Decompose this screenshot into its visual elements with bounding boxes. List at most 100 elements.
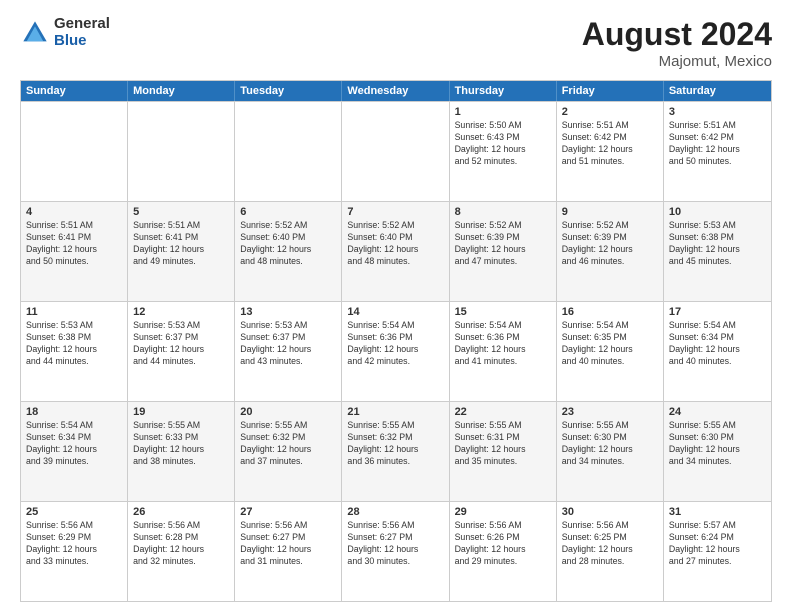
- day-number: 10: [669, 206, 766, 218]
- day-number: 3: [669, 106, 766, 118]
- calendar-header: SundayMondayTuesdayWednesdayThursdayFrid…: [21, 81, 771, 101]
- day-cell-24: 24 Sunrise: 5:55 AM Sunset: 6:30 PM Dayli…: [664, 402, 771, 501]
- day-number: 5: [133, 206, 229, 218]
- day-info: Sunrise: 5:55 AM Sunset: 6:30 PM Dayligh…: [669, 420, 766, 468]
- day-number: 14: [347, 306, 443, 318]
- day-number: 22: [455, 406, 551, 418]
- day-number: 15: [455, 306, 551, 318]
- day-cell-16: 16Sunrise: 5:54 AM Sunset: 6:35 PM Dayli…: [557, 302, 664, 401]
- day-cell-23: 23 Sunrise: 5:55 AM Sunset: 6:30 PM Dayli…: [557, 402, 664, 501]
- logo-icon: [20, 18, 50, 48]
- day-cell-6: 6 Sunrise: 5:52 AM Sunset: 6:40 PM Daylig…: [235, 202, 342, 301]
- day-info: Sunrise: 5:56 AM Sunset: 6:27 PM Dayligh…: [240, 520, 336, 568]
- day-number: 28: [347, 506, 443, 518]
- day-number: 21: [347, 406, 443, 418]
- calendar-row-4: 25 Sunrise: 5:56 AM Sunset: 6:29 PM Dayli…: [21, 501, 771, 601]
- day-info: Sunrise: 5:51 AM Sunset: 6:42 PM Dayligh…: [562, 120, 658, 168]
- day-number: 24: [669, 406, 766, 418]
- day-cell-21: 21 Sunrise: 5:55 AM Sunset: 6:32 PM Dayli…: [342, 402, 449, 501]
- day-info: Sunrise: 5:52 AM Sunset: 6:39 PM Dayligh…: [455, 220, 551, 268]
- day-number: 27: [240, 506, 336, 518]
- calendar-row-2: 11Sunrise: 5:53 AM Sunset: 6:38 PM Dayli…: [21, 301, 771, 401]
- weekday-header-friday: Friday: [557, 81, 664, 101]
- day-cell-2: 2 Sunrise: 5:51 AM Sunset: 6:42 PM Daylig…: [557, 102, 664, 201]
- day-info: Sunrise: 5:53 AM Sunset: 6:37 PM Dayligh…: [133, 320, 229, 368]
- location-subtitle: Majomut, Mexico: [582, 53, 772, 70]
- page: General Blue August 2024 Majomut, Mexico…: [0, 0, 792, 612]
- day-cell-29: 29Sunrise: 5:56 AM Sunset: 6:26 PM Dayli…: [450, 502, 557, 601]
- day-info: Sunrise: 5:55 AM Sunset: 6:33 PM Dayligh…: [133, 420, 229, 468]
- header: General Blue August 2024 Majomut, Mexico: [20, 16, 772, 70]
- day-info: Sunrise: 5:52 AM Sunset: 6:40 PM Dayligh…: [347, 220, 443, 268]
- logo: General Blue: [20, 16, 110, 49]
- weekday-header-tuesday: Tuesday: [235, 81, 342, 101]
- empty-cell-0-3: [342, 102, 449, 201]
- day-number: 9: [562, 206, 658, 218]
- calendar-row-0: 1 Sunrise: 5:50 AM Sunset: 6:43 PM Daylig…: [21, 101, 771, 201]
- day-info: Sunrise: 5:55 AM Sunset: 6:30 PM Dayligh…: [562, 420, 658, 468]
- day-cell-30: 30Sunrise: 5:56 AM Sunset: 6:25 PM Dayli…: [557, 502, 664, 601]
- day-cell-28: 28 Sunrise: 5:56 AM Sunset: 6:27 PM Dayli…: [342, 502, 449, 601]
- day-info: Sunrise: 5:55 AM Sunset: 6:31 PM Dayligh…: [455, 420, 551, 468]
- day-cell-22: 22 Sunrise: 5:55 AM Sunset: 6:31 PM Dayli…: [450, 402, 557, 501]
- day-number: 13: [240, 306, 336, 318]
- day-number: 25: [26, 506, 122, 518]
- day-info: Sunrise: 5:54 AM Sunset: 6:35 PM Dayligh…: [562, 320, 658, 368]
- day-cell-19: 19Sunrise: 5:55 AM Sunset: 6:33 PM Dayli…: [128, 402, 235, 501]
- weekday-header-monday: Monday: [128, 81, 235, 101]
- day-number: 2: [562, 106, 658, 118]
- day-cell-18: 18Sunrise: 5:54 AM Sunset: 6:34 PM Dayli…: [21, 402, 128, 501]
- day-info: Sunrise: 5:55 AM Sunset: 6:32 PM Dayligh…: [240, 420, 336, 468]
- day-number: 7: [347, 206, 443, 218]
- day-cell-3: 3 Sunrise: 5:51 AM Sunset: 6:42 PM Daylig…: [664, 102, 771, 201]
- day-info: Sunrise: 5:53 AM Sunset: 6:37 PM Dayligh…: [240, 320, 336, 368]
- day-cell-1: 1 Sunrise: 5:50 AM Sunset: 6:43 PM Daylig…: [450, 102, 557, 201]
- day-number: 29: [455, 506, 551, 518]
- weekday-header-saturday: Saturday: [664, 81, 771, 101]
- day-info: Sunrise: 5:55 AM Sunset: 6:32 PM Dayligh…: [347, 420, 443, 468]
- day-info: Sunrise: 5:54 AM Sunset: 6:36 PM Dayligh…: [455, 320, 551, 368]
- day-cell-14: 14 Sunrise: 5:54 AM Sunset: 6:36 PM Dayli…: [342, 302, 449, 401]
- day-cell-31: 31Sunrise: 5:57 AM Sunset: 6:24 PM Dayli…: [664, 502, 771, 601]
- title-block: August 2024 Majomut, Mexico: [582, 16, 772, 70]
- day-info: Sunrise: 5:56 AM Sunset: 6:29 PM Dayligh…: [26, 520, 122, 568]
- weekday-header-wednesday: Wednesday: [342, 81, 449, 101]
- day-cell-13: 13 Sunrise: 5:53 AM Sunset: 6:37 PM Dayli…: [235, 302, 342, 401]
- day-info: Sunrise: 5:51 AM Sunset: 6:41 PM Dayligh…: [133, 220, 229, 268]
- month-year-title: August 2024: [582, 16, 772, 53]
- empty-cell-0-2: [235, 102, 342, 201]
- day-number: 1: [455, 106, 551, 118]
- weekday-header-sunday: Sunday: [21, 81, 128, 101]
- day-cell-27: 27 Sunrise: 5:56 AM Sunset: 6:27 PM Dayli…: [235, 502, 342, 601]
- empty-cell-0-1: [128, 102, 235, 201]
- logo-blue: Blue: [54, 33, 110, 50]
- day-cell-10: 10 Sunrise: 5:53 AM Sunset: 6:38 PM Dayli…: [664, 202, 771, 301]
- day-info: Sunrise: 5:53 AM Sunset: 6:38 PM Dayligh…: [26, 320, 122, 368]
- logo-general: General: [54, 16, 110, 33]
- day-number: 6: [240, 206, 336, 218]
- day-info: Sunrise: 5:51 AM Sunset: 6:42 PM Dayligh…: [669, 120, 766, 168]
- day-cell-11: 11Sunrise: 5:53 AM Sunset: 6:38 PM Dayli…: [21, 302, 128, 401]
- day-number: 23: [562, 406, 658, 418]
- day-info: Sunrise: 5:57 AM Sunset: 6:24 PM Dayligh…: [669, 520, 766, 568]
- day-number: 17: [669, 306, 766, 318]
- day-info: Sunrise: 5:54 AM Sunset: 6:36 PM Dayligh…: [347, 320, 443, 368]
- day-number: 12: [133, 306, 229, 318]
- day-cell-8: 8Sunrise: 5:52 AM Sunset: 6:39 PM Daylig…: [450, 202, 557, 301]
- empty-cell-0-0: [21, 102, 128, 201]
- day-info: Sunrise: 5:50 AM Sunset: 6:43 PM Dayligh…: [455, 120, 551, 168]
- day-cell-20: 20 Sunrise: 5:55 AM Sunset: 6:32 PM Dayli…: [235, 402, 342, 501]
- day-cell-12: 12 Sunrise: 5:53 AM Sunset: 6:37 PM Dayli…: [128, 302, 235, 401]
- day-number: 26: [133, 506, 229, 518]
- day-info: Sunrise: 5:53 AM Sunset: 6:38 PM Dayligh…: [669, 220, 766, 268]
- day-info: Sunrise: 5:56 AM Sunset: 6:27 PM Dayligh…: [347, 520, 443, 568]
- day-info: Sunrise: 5:56 AM Sunset: 6:25 PM Dayligh…: [562, 520, 658, 568]
- calendar-row-1: 4 Sunrise: 5:51 AM Sunset: 6:41 PM Daylig…: [21, 201, 771, 301]
- day-info: Sunrise: 5:56 AM Sunset: 6:28 PM Dayligh…: [133, 520, 229, 568]
- day-cell-26: 26 Sunrise: 5:56 AM Sunset: 6:28 PM Dayli…: [128, 502, 235, 601]
- day-info: Sunrise: 5:52 AM Sunset: 6:40 PM Dayligh…: [240, 220, 336, 268]
- day-cell-9: 9Sunrise: 5:52 AM Sunset: 6:39 PM Daylig…: [557, 202, 664, 301]
- day-number: 20: [240, 406, 336, 418]
- day-number: 4: [26, 206, 122, 218]
- day-info: Sunrise: 5:51 AM Sunset: 6:41 PM Dayligh…: [26, 220, 122, 268]
